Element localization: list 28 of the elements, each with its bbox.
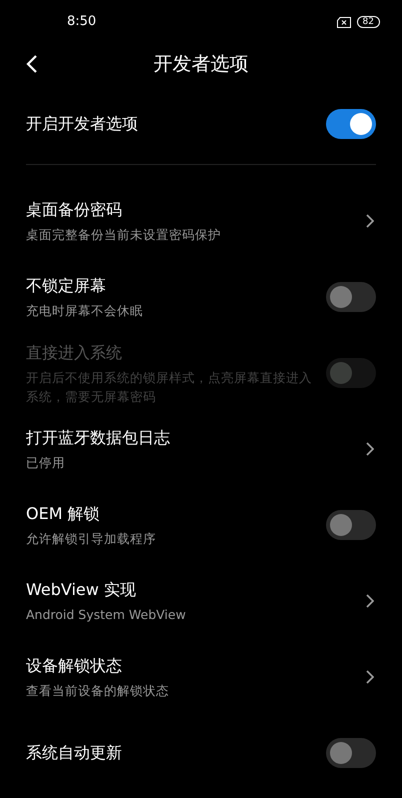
setting-title[interactable]: WebView 实现 (26, 578, 186, 602)
chevron-right-icon (366, 670, 374, 684)
setting-subtitle: 已停用 (26, 454, 66, 472)
setting-title[interactable]: 设备解锁状态 (26, 654, 169, 678)
setting-title[interactable]: 不锁定屏幕 (26, 274, 143, 298)
toggle-switch[interactable] (326, 282, 376, 312)
battery-level: 82 (356, 16, 380, 28)
page-title: 开发者选项 (154, 52, 248, 77)
chevron-right-icon (366, 214, 374, 228)
chevron-right-icon (366, 442, 374, 456)
status-time: 8:50 (67, 13, 96, 32)
setting-subtitle: 查看当前设备的解锁状态 (26, 682, 169, 700)
toggle-switch[interactable] (326, 738, 376, 768)
setting-title[interactable]: OEM 解锁 (26, 502, 156, 526)
chevron-right-icon (366, 594, 374, 608)
setting-title: 开启开发者选项 (26, 113, 138, 135)
toggle-switch[interactable] (326, 510, 376, 540)
setting-subtitle: Android System WebView (26, 606, 186, 624)
setting-subtitle: 充电时屏幕不会休眠 (26, 302, 143, 320)
toggle-switch[interactable] (326, 109, 376, 139)
back-icon[interactable] (26, 54, 38, 74)
setting-subtitle: 桌面完整备份当前未设置密码保护 (26, 226, 221, 244)
setting-subtitle: 允许解锁引导加载程序 (26, 530, 156, 548)
no-sim-icon (336, 16, 351, 28)
setting-title[interactable]: 桌面备份密码 (26, 198, 221, 222)
setting-subtitle: 开启后不使用系统的锁屏样式，点亮屏幕直接进入系统，需要无屏幕密码 (26, 368, 312, 406)
setting-title[interactable]: 系统自动更新 (26, 741, 122, 765)
setting-title[interactable]: 打开蓝牙数据包日志 (26, 426, 170, 450)
